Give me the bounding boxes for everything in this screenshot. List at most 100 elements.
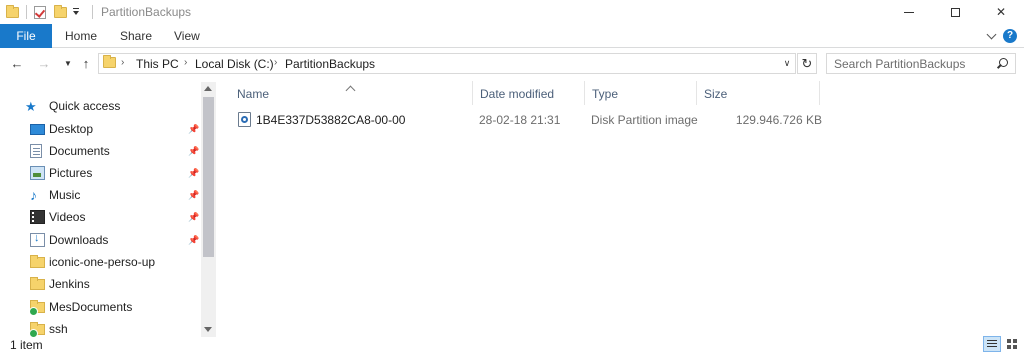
sidebar-item-mesdocuments[interactable]: MesDocuments bbox=[0, 296, 200, 318]
downloads-icon bbox=[30, 232, 45, 247]
sidebar-item-label: Videos bbox=[49, 210, 86, 224]
new-folder-icon[interactable] bbox=[54, 4, 67, 18]
file-type: Disk Partition image bbox=[591, 113, 698, 127]
file-name: 1B4E337D53882CA8-00-00 bbox=[256, 113, 406, 127]
toolbar-divider bbox=[92, 5, 93, 19]
address-bar[interactable]: › This PC › Local Disk (C:) › PartitionB… bbox=[98, 53, 796, 74]
pin-icon[interactable]: 📌 bbox=[188, 212, 199, 223]
documents-icon bbox=[30, 144, 42, 158]
customize-toolbar-dropdown-icon[interactable] bbox=[73, 8, 79, 15]
sidebar-item-label: Downloads bbox=[49, 233, 109, 247]
column-header-label: Name bbox=[237, 87, 270, 101]
breadcrumb-separator-icon[interactable]: › bbox=[121, 57, 124, 68]
sidebar-item-quick-access[interactable]: ★ Quick access bbox=[0, 95, 200, 117]
disk-image-icon bbox=[238, 112, 251, 127]
sidebar-item-label: Music bbox=[49, 188, 81, 202]
sidebar-item-music[interactable]: ♪ Music 📌 bbox=[0, 184, 200, 206]
pin-icon[interactable]: 📌 bbox=[188, 124, 199, 135]
navigation-bar: ← → ▼ ↑ › This PC › Local Disk (C:) › Pa… bbox=[0, 49, 1024, 79]
sidebar-item-label: Quick access bbox=[49, 99, 121, 113]
sidebar-item-documents[interactable]: Documents 📌 bbox=[0, 140, 200, 162]
pin-icon[interactable]: 📌 bbox=[188, 190, 199, 201]
tab-view[interactable]: View bbox=[174, 24, 200, 48]
sidebar-item-label: Pictures bbox=[49, 166, 93, 180]
sidebar-item-downloads[interactable]: Downloads 📌 bbox=[0, 229, 200, 251]
tab-share[interactable]: Share bbox=[120, 24, 152, 48]
pictures-icon bbox=[30, 166, 45, 180]
back-button[interactable]: ← bbox=[9, 55, 25, 71]
column-header-name[interactable]: Name bbox=[224, 79, 472, 105]
videos-icon bbox=[30, 210, 47, 224]
quick-access-star-icon: ★ bbox=[25, 99, 37, 114]
sync-status-icon bbox=[29, 307, 38, 316]
folder-icon bbox=[29, 300, 45, 316]
sidebar-item-label: iconic-one-perso-up bbox=[49, 255, 156, 269]
search-icon[interactable] bbox=[998, 58, 1008, 68]
pin-icon[interactable]: 📌 bbox=[188, 146, 199, 157]
column-header-label: Date modified bbox=[480, 87, 555, 101]
navigation-pane-scrollbar[interactable] bbox=[201, 82, 216, 337]
quick-access-toolbar bbox=[6, 4, 79, 20]
search-input[interactable]: Search PartitionBackups bbox=[834, 57, 965, 71]
sidebar-item-iconic-one-perso-up[interactable]: iconic-one-perso-up bbox=[0, 251, 200, 273]
folder-icon bbox=[29, 322, 45, 338]
music-icon: ♪ bbox=[30, 187, 37, 203]
file-size: 129.946.726 KB bbox=[735, 113, 822, 127]
recent-locations-button[interactable]: ▼ bbox=[60, 55, 76, 71]
pin-icon[interactable]: 📌 bbox=[188, 168, 199, 179]
breadcrumb-this-pc[interactable]: This PC bbox=[136, 57, 179, 71]
item-count: 1 item bbox=[10, 338, 43, 352]
column-header-date-modified[interactable]: Date modified bbox=[473, 79, 584, 105]
column-divider[interactable] bbox=[819, 81, 820, 105]
tab-home[interactable]: Home bbox=[65, 24, 97, 48]
search-box[interactable]: Search PartitionBackups bbox=[826, 53, 1016, 74]
pin-icon[interactable]: 📌 bbox=[188, 235, 199, 246]
details-view-icon[interactable] bbox=[983, 336, 1001, 352]
folder-icon bbox=[6, 4, 19, 18]
toolbar-divider bbox=[26, 5, 27, 19]
refresh-button[interactable]: ↻ bbox=[797, 53, 817, 74]
column-header-label: Size bbox=[704, 87, 728, 101]
address-history-dropdown-icon[interactable]: ∨ bbox=[779, 53, 795, 74]
folder-icon bbox=[30, 255, 45, 268]
scrollbar-thumb[interactable] bbox=[203, 97, 214, 257]
properties-check-icon[interactable] bbox=[34, 5, 46, 19]
minimize-button[interactable] bbox=[886, 0, 932, 24]
sidebar-item-videos[interactable]: Videos 📌 bbox=[0, 206, 200, 228]
navigation-pane: ★ Quick access Desktop 📌 Documents 📌 Pic… bbox=[0, 82, 216, 338]
column-header-size[interactable]: Size bbox=[697, 79, 819, 105]
file-list: Name Date modified Type Size 1B4E337D538… bbox=[224, 79, 1024, 337]
window-controls: ✕ bbox=[886, 0, 1024, 24]
breadcrumb-local-disk[interactable]: Local Disk (C:) bbox=[195, 57, 274, 71]
up-button[interactable]: ↑ bbox=[78, 55, 94, 71]
sidebar-item-label: MesDocuments bbox=[49, 300, 133, 314]
large-icons-view-icon[interactable] bbox=[1004, 336, 1020, 352]
help-icon[interactable]: ? bbox=[1003, 29, 1017, 43]
folder-icon bbox=[103, 55, 116, 68]
sidebar-item-label: Documents bbox=[49, 144, 110, 158]
breadcrumb-partitionbackups[interactable]: PartitionBackups bbox=[285, 57, 375, 71]
scroll-down-icon[interactable] bbox=[204, 327, 212, 332]
file-date-modified: 28-02-18 21:31 bbox=[479, 113, 561, 127]
scroll-up-icon[interactable] bbox=[204, 86, 212, 91]
column-header-label: Type bbox=[592, 87, 619, 101]
expand-ribbon-chevron-icon[interactable] bbox=[986, 29, 997, 40]
ribbon: File Home Share View ? bbox=[0, 24, 1024, 48]
window-title: PartitionBackups bbox=[101, 5, 192, 19]
forward-button[interactable]: → bbox=[36, 55, 52, 71]
sidebar-item-desktop[interactable]: Desktop 📌 bbox=[0, 118, 200, 140]
maximize-icon bbox=[950, 7, 960, 17]
tab-file[interactable]: File bbox=[0, 24, 52, 48]
breadcrumb-separator-icon[interactable]: › bbox=[274, 57, 277, 68]
sidebar-item-label: ssh bbox=[49, 322, 68, 336]
file-row[interactable]: 1B4E337D53882CA8-00-00 28-02-18 21:31 Di… bbox=[234, 109, 826, 131]
sidebar-item-pictures[interactable]: Pictures 📌 bbox=[0, 162, 200, 184]
sidebar-item-label: Jenkins bbox=[49, 277, 90, 291]
title-bar: PartitionBackups ✕ bbox=[0, 0, 1024, 24]
sort-ascending-icon bbox=[345, 85, 356, 96]
close-button[interactable]: ✕ bbox=[978, 0, 1024, 24]
maximize-button[interactable] bbox=[932, 0, 978, 24]
breadcrumb-separator-icon[interactable]: › bbox=[184, 57, 187, 68]
sidebar-item-jenkins[interactable]: Jenkins bbox=[0, 273, 200, 295]
column-header-type[interactable]: Type bbox=[585, 79, 696, 105]
